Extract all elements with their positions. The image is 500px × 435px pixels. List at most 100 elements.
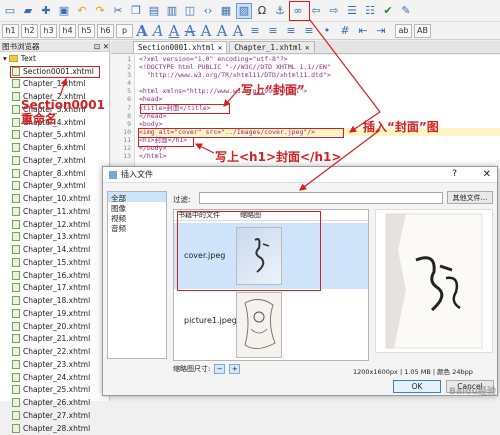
file-item[interactable]: Chapter_18.xhtml [0, 294, 109, 307]
ok-button[interactable]: OK [393, 380, 441, 393]
h4-button[interactable]: h4 [59, 23, 76, 38]
bullet-list-icon[interactable]: • [319, 23, 335, 39]
close-icon[interactable]: ✕ [218, 43, 223, 52]
folder-text[interactable]: ▾ Text [0, 52, 109, 65]
add-file-icon[interactable]: ✚ [38, 3, 54, 19]
file-item[interactable]: Chapter_9.xhtml [0, 180, 109, 193]
h3-button[interactable]: h3 [40, 23, 57, 38]
panel-controls[interactable]: ⊡ ✕ [94, 42, 109, 51]
omega-icon[interactable]: Ω [254, 3, 270, 19]
code-view-icon[interactable]: ‹› [200, 3, 216, 19]
paste-special-icon[interactable]: ▥ [164, 3, 180, 19]
file-item[interactable]: Chapter_19.xhtml [0, 307, 109, 320]
split-view-icon[interactable]: ▦ [218, 3, 234, 19]
h6-button[interactable]: h6 [97, 23, 114, 38]
file-item[interactable]: Chapter_21.xhtml [0, 333, 109, 346]
code-line[interactable]: <!DOCTYPE html PUBLIC "-//W3C//DTD XHTML… [139, 63, 500, 71]
h5-button[interactable]: h5 [78, 23, 95, 38]
help-icon[interactable]: ? [452, 169, 457, 179]
open-folder-icon[interactable]: ▰ [20, 3, 36, 19]
file-item[interactable]: Chapter_22.xhtml [0, 345, 109, 358]
indent-icon[interactable]: ⇥ [373, 23, 389, 39]
color-button[interactable]: A [231, 22, 245, 40]
outdent-icon[interactable]: ⇤ [355, 23, 371, 39]
file-item[interactable]: Chapter_20.xhtml [0, 320, 109, 333]
code-line[interactable]: "http://www.w3.org/TR/xhtml11/DTD/xhtml1… [139, 71, 500, 79]
numbered-list-icon[interactable]: # [337, 23, 353, 39]
code-line[interactable]: <?xml version="1.0" encoding="utf-8"?> [139, 55, 500, 63]
file-item[interactable]: Chapter_27.xhtml [0, 409, 109, 422]
superscript-button[interactable]: A [215, 22, 229, 40]
category-all[interactable]: 全部 [108, 192, 166, 203]
align-right-icon[interactable]: ≡ [283, 23, 299, 39]
other-files-button[interactable]: 其他文件... [447, 191, 493, 204]
undo-icon[interactable]: ↶ [74, 3, 90, 19]
close-icon[interactable]: ✕ [483, 169, 491, 180]
file-item[interactable]: Chapter_26.xhtml [0, 396, 109, 409]
new-file-icon[interactable]: ▭ [2, 3, 18, 19]
category-video[interactable]: 视频 [108, 212, 166, 223]
forward-icon[interactable]: ⇨ [326, 3, 342, 19]
bold-button[interactable]: A [135, 22, 149, 40]
list-icon[interactable]: ☰ [344, 3, 360, 19]
file-row-picture1[interactable]: picture1.jpeg [174, 290, 368, 358]
file-item[interactable]: Chapter_12.xhtml [0, 218, 109, 231]
align-left-icon[interactable]: ≡ [247, 23, 263, 39]
code-line[interactable]: <body> [139, 120, 500, 128]
annotation-insert: 插入“封面”图 [363, 120, 439, 134]
category-audio[interactable]: 音频 [108, 222, 166, 233]
file-item[interactable]: Chapter_24.xhtml [0, 371, 109, 384]
paste-icon[interactable]: ▤ [146, 3, 162, 19]
tidy-icon[interactable]: ✎ [398, 3, 414, 19]
category-images[interactable]: 图像 [108, 202, 166, 213]
file-item[interactable]: Chapter_13.xhtml [0, 231, 109, 244]
insert-image-icon[interactable]: ▨ [236, 2, 252, 19]
redo-icon[interactable]: ↷ [92, 3, 108, 19]
p-button[interactable]: p [116, 23, 133, 38]
align-center-icon[interactable]: ≡ [265, 23, 281, 39]
file-item[interactable]: Chapter_14.xhtml [0, 243, 109, 256]
file-item[interactable]: Chapter_6.xhtml [0, 141, 109, 154]
list2-icon[interactable]: ☷ [362, 3, 378, 19]
file-item[interactable]: Chapter_25.xhtml [0, 384, 109, 397]
image-preview [375, 209, 493, 353]
xhtml-file-icon [12, 130, 20, 140]
h1-button[interactable]: h1 [2, 23, 19, 38]
thumb-larger-button[interactable]: + [229, 364, 241, 374]
book-view-icon[interactable]: ◫ [182, 3, 198, 19]
file-item[interactable]: Chapter_15.xhtml [0, 256, 109, 269]
close-icon[interactable]: ✕ [305, 43, 310, 52]
code-line[interactable]: <head> [139, 95, 500, 103]
file-item[interactable]: Chapter_10.xhtml [0, 192, 109, 205]
lowercase-button[interactable]: ab [395, 23, 412, 38]
file-item[interactable]: Chapter_28.xhtml [0, 422, 109, 435]
file-item[interactable]: Chapter_8.xhtml [0, 167, 109, 180]
thumb-smaller-button[interactable]: − [214, 364, 226, 374]
file-item[interactable]: Chapter_11.xhtml [0, 205, 109, 218]
underline-button[interactable]: A [167, 22, 181, 40]
filter-input[interactable] [199, 192, 443, 204]
code-line[interactable]: <html xmlns="http://www.w3.org/1999/xhtm… [139, 87, 500, 95]
italic-button[interactable]: A [151, 22, 165, 40]
collapse-icon[interactable]: ▾ [3, 54, 7, 63]
file-item[interactable]: Chapter_17.xhtml [0, 282, 109, 295]
file-item[interactable]: Chapter_23.xhtml [0, 358, 109, 371]
subscript-button[interactable]: A [199, 22, 213, 40]
copy-icon[interactable]: ❐ [128, 3, 144, 19]
file-item[interactable]: Chapter_7.xhtml [0, 154, 109, 167]
file-item[interactable]: Chapter_5.xhtml [0, 129, 109, 142]
file-item[interactable]: Chapter_16.xhtml [0, 269, 109, 282]
tab-chapter1[interactable]: Chapter_1.xhtml ✕ [229, 41, 315, 53]
file-item[interactable]: Chapter_1.xhtml [0, 78, 109, 91]
tab-section0001[interactable]: Section0001.xhtml ✕ [133, 41, 228, 53]
code-line[interactable] [139, 79, 500, 87]
h2-button[interactable]: h2 [21, 23, 38, 38]
uppercase-button[interactable]: AB [414, 23, 431, 38]
cut-icon[interactable]: ✂ [110, 3, 126, 19]
save-icon[interactable]: ▣ [56, 3, 72, 19]
back-icon[interactable]: ⇦ [308, 3, 324, 19]
strike-button[interactable]: A [183, 22, 197, 40]
spellcheck-icon[interactable]: ✔ [380, 3, 396, 19]
anchor-icon[interactable]: ⚓ [272, 3, 288, 19]
justify-icon[interactable]: ≡ [301, 23, 317, 39]
